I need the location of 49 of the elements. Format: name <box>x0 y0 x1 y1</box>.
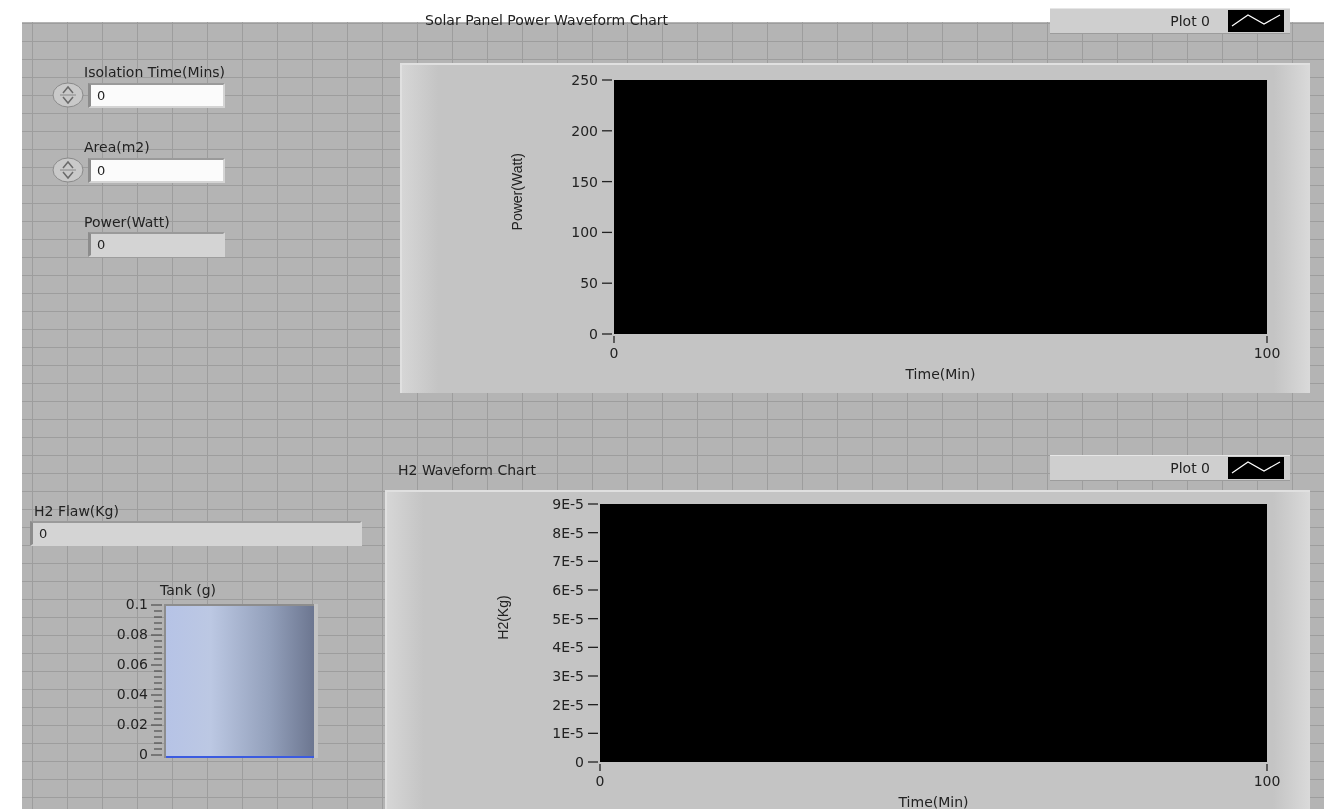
y-tick-label: 2E-5 <box>552 696 584 713</box>
y-axis-title: H2(Kg) <box>495 595 511 640</box>
scale-label: 0.02 <box>116 716 148 732</box>
control-label: Power(Watt) <box>83 214 171 230</box>
chart-title: H2 Waveform Chart <box>398 462 536 478</box>
x-axis-title: Time(Min) <box>898 794 969 809</box>
scale-label: 0.1 <box>125 596 148 612</box>
numeric-input-field[interactable]: 0 <box>88 157 225 183</box>
x-tick-label: 100 <box>1253 345 1281 361</box>
numeric-input-field[interactable]: 0 <box>88 82 225 108</box>
y-tick-label: 0 <box>589 326 598 342</box>
y-tick-label: 100 <box>571 224 598 241</box>
y-tick-label: 6E-5 <box>552 582 584 598</box>
y-tick-label: 250 <box>571 72 598 88</box>
y-tick-label: 3E-5 <box>552 668 584 684</box>
x-axis-title: Time(Min) <box>905 366 976 382</box>
x-tick-label: 0 <box>595 773 605 789</box>
y-tick-label: 9E-5 <box>552 496 584 512</box>
chart-title: Solar Panel Power Waveform Chart <box>425 12 669 28</box>
y-tick-label: 7E-5 <box>552 553 584 570</box>
scale-label: 0.08 <box>116 626 148 642</box>
line-plot-icon <box>1228 10 1284 32</box>
plot-legend[interactable]: Plot 0 <box>1050 455 1290 481</box>
plot-legend[interactable]: Plot 0 <box>1050 8 1290 34</box>
line-plot-icon <box>1228 457 1284 479</box>
scale-label: 0.06 <box>116 656 148 672</box>
y-tick-label: 0 <box>575 754 584 770</box>
control-label: Area(m2) <box>83 139 151 155</box>
y-tick-label: 1E-5 <box>552 725 584 742</box>
spinner-arrows-icon[interactable] <box>52 157 84 183</box>
indicator-label: H2 Flaw(Kg) <box>33 503 120 519</box>
y-tick-label: 150 <box>571 173 598 190</box>
numeric-indicator: 0 <box>30 521 362 546</box>
y-tick-label: 4E-5 <box>552 639 584 656</box>
y-tick-label: 50 <box>580 275 598 292</box>
x-tick-label: 0 <box>609 345 619 361</box>
y-axis-title: Power(Watt) <box>509 153 525 231</box>
scale-label: 0 <box>139 746 148 762</box>
y-tick-label: 8E-5 <box>552 524 584 541</box>
spinner-arrows-icon[interactable] <box>52 82 84 108</box>
numeric-indicator: 0 <box>88 232 225 257</box>
y-tick-label: 5E-5 <box>552 610 584 627</box>
legend-label: Plot 0 <box>1170 13 1210 29</box>
legend-label: Plot 0 <box>1170 460 1210 476</box>
y-tick-label: 200 <box>571 122 598 139</box>
x-tick-label: 100 <box>1253 773 1281 789</box>
tank-label: Tank (g) <box>160 582 218 598</box>
scale-label: 0.04 <box>116 686 148 702</box>
control-label: Isolation Time(Mins) <box>83 64 226 80</box>
